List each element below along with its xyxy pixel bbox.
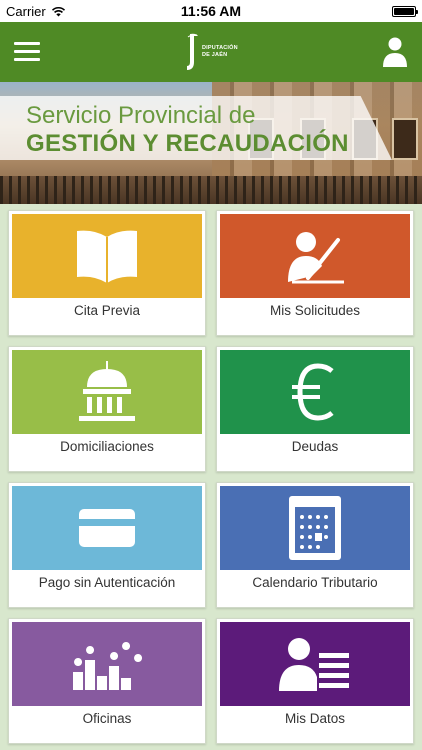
tile-calendario-tributario[interactable]: Calendario Tributario (216, 482, 414, 608)
tile-domiciliaciones[interactable]: Domiciliaciones (8, 346, 206, 472)
tile-art (12, 214, 202, 298)
tile-mis-solicitudes[interactable]: Mis Solicitudes (216, 210, 414, 336)
carrier-label: Carrier (6, 3, 46, 19)
offices-map-icon (73, 642, 143, 690)
user-data-icon (279, 638, 349, 691)
banner-title-line1: Servicio Provincial de (26, 102, 256, 129)
book-icon (77, 230, 137, 283)
euro-icon (292, 363, 334, 421)
tile-label: Cita Previa (73, 303, 141, 318)
tile-deudas[interactable]: Deudas (216, 346, 414, 472)
tile-label: Mis Solicitudes (269, 303, 361, 318)
logo-mark-icon (187, 33, 198, 70)
user-icon (383, 37, 407, 67)
nav-bar: DIPUTACIÓN DE JAÉN (0, 22, 422, 82)
balcony-railing (0, 176, 422, 204)
tile-pago-sin-autenticacion[interactable]: Pago sin Autenticación (8, 482, 206, 608)
tile-mis-datos[interactable]: Mis Datos (216, 618, 414, 744)
tile-art (220, 486, 410, 570)
institution-icon (79, 361, 135, 421)
status-bar: Carrier 11:56 AM (0, 0, 422, 22)
menu-button[interactable] (14, 42, 40, 62)
tile-label: Calendario Tributario (252, 575, 378, 590)
tile-cita-previa[interactable]: Cita Previa (8, 210, 206, 336)
tile-art (12, 486, 202, 570)
tile-art (220, 350, 410, 434)
tile-art (12, 622, 202, 706)
tile-label: Pago sin Autenticación (38, 575, 176, 590)
tile-art (220, 622, 410, 706)
tile-art (220, 214, 410, 298)
tile-oficinas[interactable]: Oficinas (8, 618, 206, 744)
calendar-icon (289, 496, 341, 560)
banner-title-line2: GESTIÓN Y RECAUDACIÓN (26, 130, 349, 157)
logo-text-line2: DE JAÉN (202, 52, 228, 58)
signing-person-icon (288, 232, 344, 284)
user-profile-button[interactable] (382, 36, 408, 68)
tile-label: Oficinas (82, 711, 132, 726)
hamburger-icon (14, 42, 40, 45)
tile-label: Domiciliaciones (60, 439, 154, 454)
logo-text-line1: DIPUTACIÓN (202, 45, 238, 51)
wifi-icon (51, 6, 65, 16)
tile-art (12, 350, 202, 434)
battery-icon (392, 5, 418, 17)
credit-card-icon (79, 509, 135, 547)
diputacion-logo: DIPUTACIÓN DE JAÉN (186, 30, 246, 74)
tile-label: Mis Datos (284, 711, 345, 726)
hero-banner: Servicio Provincial de GESTIÓN Y RECAUDA… (0, 82, 422, 204)
tile-label: Deudas (291, 439, 339, 454)
